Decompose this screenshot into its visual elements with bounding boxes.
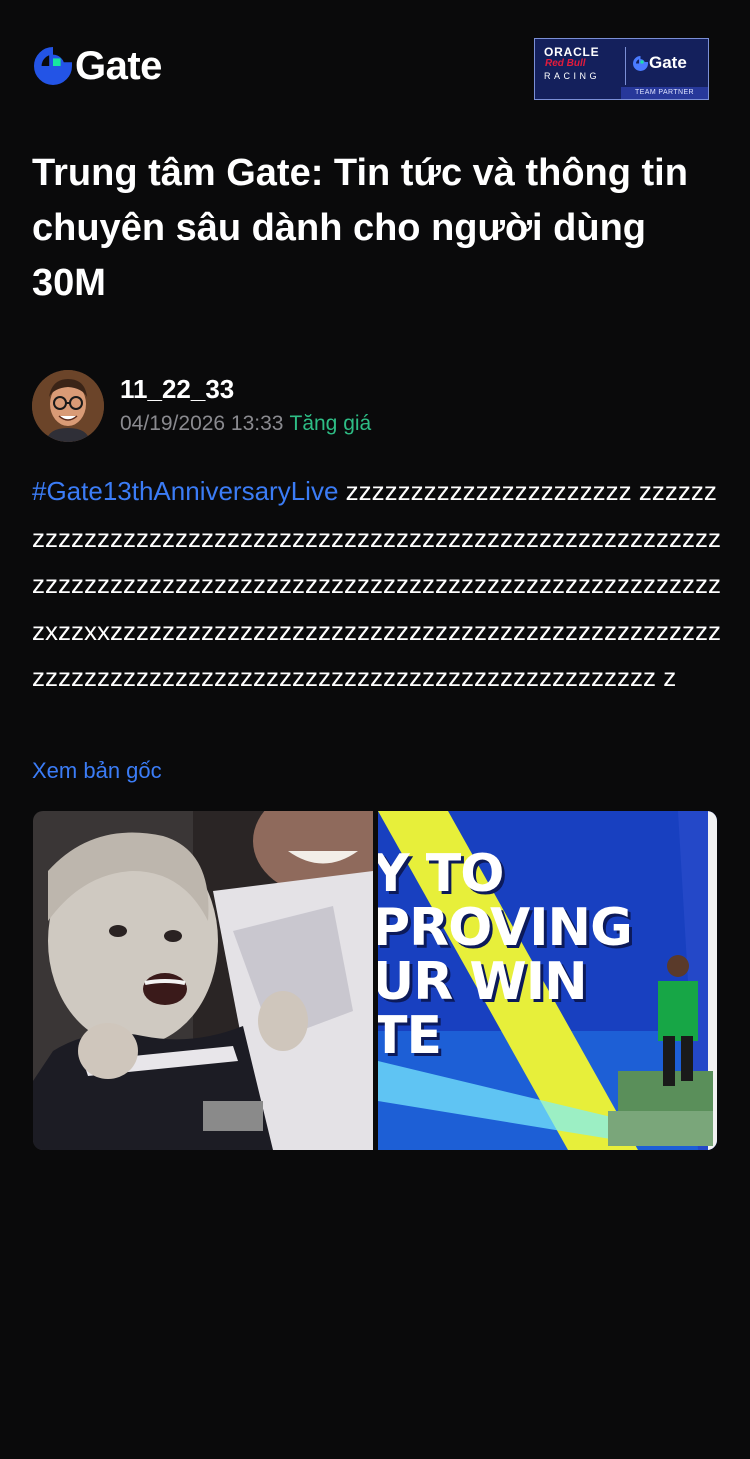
post-text: zzzzzzzzzzzzzzzzzzzzzz zzzzzzzzzzzzzzzzz… <box>32 476 721 692</box>
header: Gate ORACLE Red Bull RACING Gate TEAM PA… <box>0 0 750 140</box>
logo-text: Gate <box>75 44 162 88</box>
headline-line: Y TO <box>378 844 504 904</box>
post-date: 04/19/2026 13:33 <box>120 412 284 435</box>
baby-cheering-image <box>33 811 373 1150</box>
view-original-link[interactable]: Xem bản gốc <box>32 758 162 784</box>
oracle-label: ORACLE <box>544 45 600 59</box>
post-content: #Gate13thAnniversaryLive zzzzzzzzzzzzzzz… <box>32 468 722 701</box>
gate-logo[interactable]: Gate <box>34 46 162 86</box>
author-name[interactable]: 11_22_33 <box>120 374 234 405</box>
post-image-win-rate[interactable]: Y TO PROVING UR WIN TE <box>378 811 717 1150</box>
gate-logo-icon <box>34 47 72 85</box>
avatar[interactable] <box>32 370 104 442</box>
redbull-label: Red Bull <box>545 58 586 69</box>
page-title: Trung tâm Gate: Tin tức và thông tin chu… <box>32 152 688 304</box>
racing-label: RACING <box>544 71 601 81</box>
hashtag-link[interactable]: #Gate13thAnniversaryLive <box>32 476 338 506</box>
post-media: Y TO PROVING UR WIN TE <box>33 811 717 1150</box>
gate-small-icon <box>633 55 648 71</box>
partner-gate-text: Gate <box>649 53 687 72</box>
team-partner-badge[interactable]: ORACLE Red Bull RACING Gate TEAM PARTNER <box>534 38 709 100</box>
headline-line: PROVING <box>378 898 633 958</box>
headline-line: TE <box>378 1006 442 1066</box>
post-image-baby[interactable] <box>33 811 373 1150</box>
avatar-image <box>32 370 104 442</box>
sentiment-badge: Tăng giá <box>289 412 372 435</box>
thumbnail-headline: Y TO PROVING UR WIN TE <box>378 844 633 1066</box>
partner-gate-logo: Gate <box>633 53 687 73</box>
badge-divider <box>625 47 626 85</box>
post-meta: 04/19/2026 13:33 Tăng giá <box>120 412 371 436</box>
post-author: 11_22_33 04/19/2026 13:33 Tăng giá <box>32 370 722 442</box>
team-partner-tag: TEAM PARTNER <box>621 87 708 99</box>
headline-line: UR WIN <box>378 952 588 1012</box>
